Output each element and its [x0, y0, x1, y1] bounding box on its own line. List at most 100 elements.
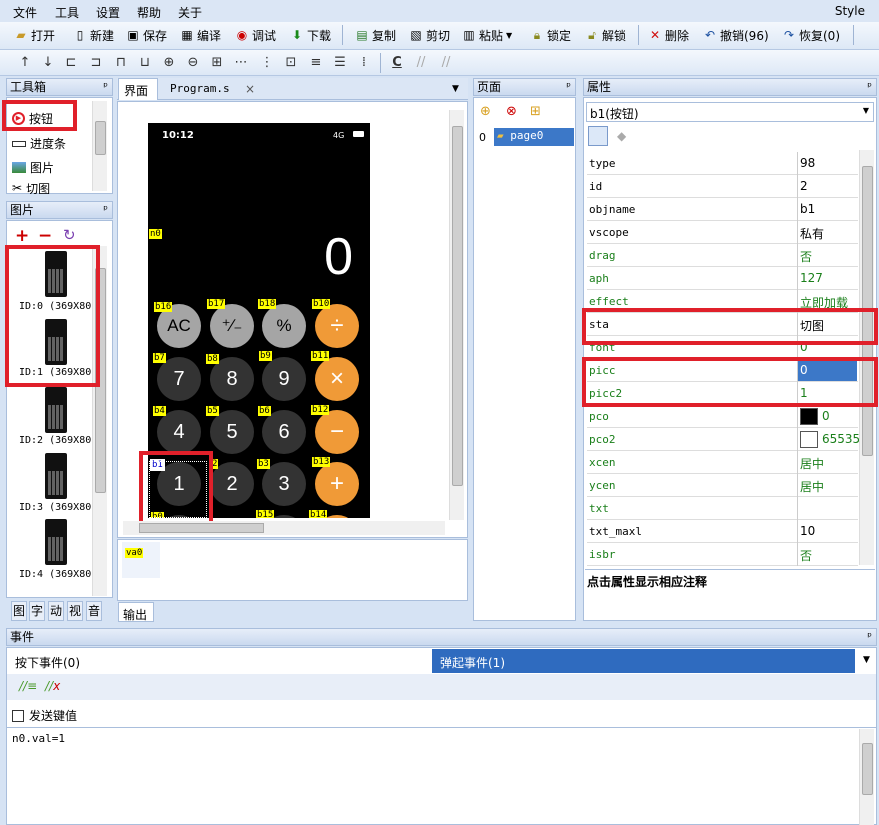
property-row-isbr[interactable]: isbr 否: [587, 543, 858, 566]
property-value[interactable]: 0: [822, 409, 830, 423]
key-minus[interactable]: −: [315, 410, 359, 454]
component-tag[interactable]: n0: [149, 229, 162, 239]
debug-button[interactable]: ◉ 调试: [235, 26, 276, 44]
add-page-icon[interactable]: ⊕: [480, 104, 491, 119]
component-tag[interactable]: b11: [311, 351, 330, 361]
key-multiply[interactable]: ×: [315, 357, 359, 401]
pin-icon[interactable]: ᵖ: [867, 79, 872, 95]
canvas-vscroll[interactable]: [449, 110, 464, 520]
events-view-icon[interactable]: ◆: [617, 129, 626, 143]
menu-settings[interactable]: 设置: [96, 4, 120, 21]
property-row-vscope[interactable]: vscope 私有: [587, 221, 858, 244]
property-row-xcen[interactable]: xcen 居中: [587, 451, 858, 474]
center-horizontal-icon[interactable]: ⊕: [161, 55, 177, 70]
same-height-icon[interactable]: ⋮: [259, 55, 275, 70]
property-value[interactable]: 居中: [800, 478, 824, 495]
tab-images[interactable]: 图: [11, 601, 27, 621]
tab-animations[interactable]: 动: [48, 601, 64, 621]
component-tag[interactable]: b16: [154, 302, 173, 312]
distribute-v-icon[interactable]: ☰: [332, 55, 348, 70]
delete-button[interactable]: ✕ 删除: [648, 26, 689, 44]
align-up-icon[interactable]: ↑: [17, 55, 33, 70]
align-bottom-icon[interactable]: ⊔: [137, 55, 153, 70]
toolbox-item-progress[interactable]: 进度条: [12, 135, 66, 152]
key-plus[interactable]: +: [315, 462, 359, 506]
variable-item[interactable]: va0: [122, 542, 160, 578]
property-value[interactable]: 否: [800, 248, 812, 265]
tab-audio[interactable]: 音: [86, 601, 102, 621]
new-button[interactable]: ▯ 新建: [73, 26, 114, 44]
toolbox-item-picture[interactable]: 图片: [12, 159, 54, 176]
property-row-ycen[interactable]: ycen 居中: [587, 474, 858, 497]
center-vertical-icon[interactable]: ⊖: [185, 55, 201, 70]
undo-button[interactable]: ↶ 撤销(96): [703, 26, 769, 44]
send-key-checkbox[interactable]: 发送键值: [12, 707, 77, 724]
menu-about[interactable]: 关于: [178, 4, 202, 21]
same-width-icon[interactable]: ⋯: [233, 55, 249, 70]
component-tag[interactable]: b17: [207, 299, 226, 309]
component-tag[interactable]: b10: [312, 299, 331, 309]
property-row-id[interactable]: id 2: [587, 175, 858, 198]
uncomment-icon[interactable]: //x: [45, 679, 60, 693]
scroll-thumb[interactable]: [862, 743, 873, 795]
menu-file[interactable]: 文件: [13, 4, 37, 21]
key-9[interactable]: 9: [262, 357, 306, 401]
property-row-pco2[interactable]: pco2 65535: [587, 428, 860, 451]
scroll-thumb[interactable]: [452, 126, 463, 486]
component-tag[interactable]: b14: [309, 510, 328, 518]
key-4[interactable]: 4: [157, 410, 201, 454]
component-tag[interactable]: b18: [258, 299, 277, 309]
object-selector[interactable]: b1(按钮) ▼: [586, 102, 874, 122]
component-tag[interactable]: b6: [258, 406, 271, 416]
align-right-icon[interactable]: ⊐: [88, 55, 104, 70]
menu-tools[interactable]: 工具: [55, 4, 79, 21]
save-button[interactable]: ▣ 保存: [126, 26, 167, 44]
event-code-editor[interactable]: n0.val=1: [7, 727, 876, 825]
close-icon[interactable]: ×: [245, 82, 255, 96]
toolbox-item-crop[interactable]: ✂ 切图: [12, 182, 50, 194]
paste-button[interactable]: ▥ 粘贴 ▼: [462, 26, 512, 44]
component-tag[interactable]: b4: [153, 406, 166, 416]
pin-icon[interactable]: ᵖ: [103, 202, 108, 218]
page-item[interactable]: ▰ page0: [494, 128, 574, 146]
key-5[interactable]: 5: [210, 410, 254, 454]
align-down-icon[interactable]: ↓: [40, 55, 56, 70]
property-value[interactable]: 98: [800, 156, 815, 170]
component-tag[interactable]: b8: [206, 354, 219, 364]
property-row-txt[interactable]: txt: [587, 497, 858, 520]
lock-button[interactable]: 🔒︎ 锁定: [530, 26, 571, 44]
redo-button[interactable]: ↷ 恢复(0): [782, 26, 840, 44]
pin-icon[interactable]: ᵖ: [867, 629, 872, 645]
add-icon[interactable]: +: [15, 226, 29, 246]
tab-design[interactable]: 界面: [118, 78, 158, 100]
comment-icon[interactable]: //: [413, 55, 429, 70]
key-sign[interactable]: ⁺∕₋: [210, 304, 254, 348]
component-tag[interactable]: b12: [311, 405, 330, 415]
tab-videos[interactable]: 视: [67, 601, 83, 621]
cut-button[interactable]: ▧ 剪切: [409, 26, 450, 44]
align-top-icon[interactable]: ⊓: [113, 55, 129, 70]
key-percent[interactable]: %: [262, 304, 306, 348]
image-thumb-4[interactable]: [45, 519, 67, 565]
property-value[interactable]: 私有: [800, 225, 824, 242]
component-tag[interactable]: b5: [206, 406, 219, 416]
property-view-icon[interactable]: [588, 126, 608, 146]
component-tag[interactable]: b3: [257, 459, 270, 469]
tab-fonts[interactable]: 字: [29, 601, 45, 621]
scroll-thumb[interactable]: [139, 523, 264, 533]
pin-icon[interactable]: ᵖ: [566, 79, 571, 95]
same-size-icon[interactable]: ⊡: [283, 55, 299, 70]
distribute-h-icon[interactable]: ≡: [308, 55, 324, 70]
tab-program[interactable]: Program.s: [170, 82, 230, 95]
grid-icon[interactable]: ⊞: [209, 55, 225, 70]
property-value[interactable]: 2: [800, 179, 808, 193]
property-row-objname[interactable]: objname b1: [587, 198, 858, 221]
property-row-aph[interactable]: aph 127: [587, 267, 858, 290]
image-thumb-3[interactable]: [45, 453, 67, 499]
component-tag[interactable]: b15: [256, 510, 275, 518]
property-row-pco[interactable]: pco 0: [587, 405, 858, 428]
property-row-txt_maxl[interactable]: txt_maxl 10: [587, 520, 858, 543]
key-divide[interactable]: ÷: [315, 304, 359, 348]
copy-button[interactable]: ▤ 复制: [355, 26, 396, 44]
property-value[interactable]: 65535: [822, 432, 860, 446]
